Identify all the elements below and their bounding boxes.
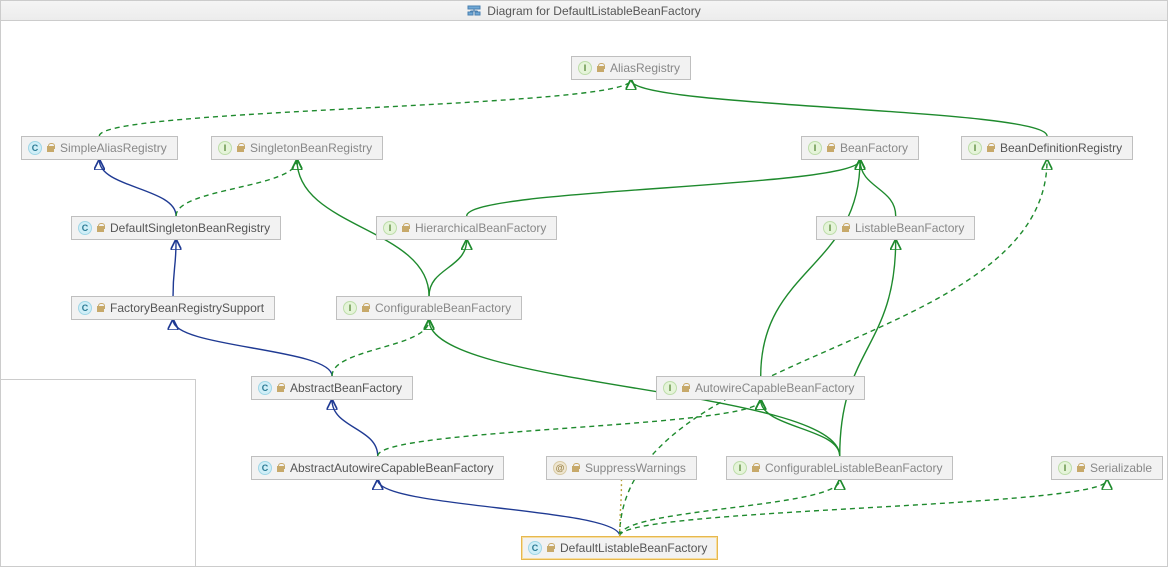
edge-factoryBeanRegistrySupport-to-defaultSingletonBeanRegistry <box>173 240 176 296</box>
lock-icon <box>596 63 606 73</box>
node-label: ConfigurableListableBeanFactory <box>765 461 942 475</box>
interface-icon: I <box>968 141 982 155</box>
node-label: Serializable <box>1090 461 1152 475</box>
edge-defaultListableBeanFactory-to-configurableListableBeanFactory <box>620 480 840 536</box>
lock-icon <box>96 303 106 313</box>
class-icon: C <box>78 301 92 315</box>
node-listableBeanFactory[interactable]: I ListableBeanFactory <box>816 216 975 240</box>
node-label: AbstractAutowireCapableBeanFactory <box>290 461 493 475</box>
lock-icon <box>236 143 246 153</box>
lock-icon <box>401 223 411 233</box>
node-singletonBeanRegistry[interactable]: I SingletonBeanRegistry <box>211 136 383 160</box>
node-autowireCapableBeanFactory[interactable]: I AutowireCapableBeanFactory <box>656 376 865 400</box>
node-configurableBeanFactory[interactable]: I ConfigurableBeanFactory <box>336 296 522 320</box>
node-label: BeanDefinitionRegistry <box>1000 141 1122 155</box>
class-icon: C <box>258 461 272 475</box>
class-icon: C <box>528 541 542 555</box>
node-label: SingletonBeanRegistry <box>250 141 372 155</box>
edge-abstractBeanFactory-to-configurableBeanFactory <box>332 320 429 376</box>
class-icon: C <box>78 221 92 235</box>
node-label: SimpleAliasRegistry <box>60 141 167 155</box>
lock-icon <box>276 463 286 473</box>
annotation-icon: @ <box>553 461 567 475</box>
interface-icon: I <box>218 141 232 155</box>
interface-icon: I <box>823 221 837 235</box>
lock-icon <box>96 223 106 233</box>
node-label: DefaultListableBeanFactory <box>560 541 707 555</box>
lock-icon <box>841 223 851 233</box>
node-abstractAutowireCapableBeanFactory[interactable]: C AbstractAutowireCapableBeanFactory <box>251 456 504 480</box>
node-label: ConfigurableBeanFactory <box>375 301 511 315</box>
node-simpleAliasRegistry[interactable]: C SimpleAliasRegistry <box>21 136 178 160</box>
edge-defaultListableBeanFactory-to-abstractAutowireCapableBeanFactory <box>378 480 620 536</box>
minimap-panel <box>1 379 196 566</box>
edge-beanDefinitionRegistry-to-aliasRegistry <box>631 80 1047 136</box>
node-label: FactoryBeanRegistrySupport <box>110 301 264 315</box>
edge-defaultSingletonBeanRegistry-to-singletonBeanRegistry <box>176 160 297 216</box>
node-aliasRegistry[interactable]: I AliasRegistry <box>571 56 691 80</box>
edge-abstractAutowireCapableBeanFactory-to-autowireCapableBeanFactory <box>378 400 761 456</box>
edge-defaultListableBeanFactory-to-serializable <box>620 480 1107 536</box>
node-label: AbstractBeanFactory <box>290 381 402 395</box>
edge-defaultSingletonBeanRegistry-to-simpleAliasRegistry <box>99 160 176 216</box>
class-icon: C <box>258 381 272 395</box>
lock-icon <box>361 303 371 313</box>
node-label: BeanFactory <box>840 141 908 155</box>
class-icon: C <box>28 141 42 155</box>
node-label: ListableBeanFactory <box>855 221 964 235</box>
lock-icon <box>546 543 556 553</box>
node-factoryBeanRegistrySupport[interactable]: C FactoryBeanRegistrySupport <box>71 296 275 320</box>
interface-icon: I <box>663 381 677 395</box>
lock-icon <box>826 143 836 153</box>
interface-icon: I <box>343 301 357 315</box>
node-label: DefaultSingletonBeanRegistry <box>110 221 270 235</box>
node-defaultSingletonBeanRegistry[interactable]: C DefaultSingletonBeanRegistry <box>71 216 281 240</box>
edge-simpleAliasRegistry-to-aliasRegistry <box>99 80 631 136</box>
lock-icon <box>571 463 581 473</box>
lock-icon <box>986 143 996 153</box>
node-serializable[interactable]: I Serializable <box>1051 456 1163 480</box>
lock-icon <box>46 143 56 153</box>
title-text: Diagram for DefaultListableBeanFactory <box>487 4 700 18</box>
lock-icon <box>1076 463 1086 473</box>
lock-icon <box>751 463 761 473</box>
interface-icon: I <box>383 221 397 235</box>
edge-listableBeanFactory-to-beanFactory <box>860 160 896 216</box>
node-label: AliasRegistry <box>610 61 680 75</box>
edge-configurableListableBeanFactory-to-autowireCapableBeanFactory <box>761 400 840 456</box>
interface-icon: I <box>1058 461 1072 475</box>
title-bar: Diagram for DefaultListableBeanFactory <box>1 1 1167 21</box>
lock-icon <box>681 383 691 393</box>
interface-icon: I <box>578 61 592 75</box>
edge-autowireCapableBeanFactory-to-beanFactory <box>761 160 860 376</box>
interface-icon: I <box>733 461 747 475</box>
node-abstractBeanFactory[interactable]: C AbstractBeanFactory <box>251 376 413 400</box>
node-label: AutowireCapableBeanFactory <box>695 381 854 395</box>
edge-configurableBeanFactory-to-hierarchicalBeanFactory <box>429 240 467 296</box>
edge-configurableListableBeanFactory-to-listableBeanFactory <box>840 240 896 456</box>
diagram-icon <box>467 4 481 18</box>
node-beanFactory[interactable]: I BeanFactory <box>801 136 919 160</box>
node-label: SuppressWarnings <box>585 461 686 475</box>
edge-abstractBeanFactory-to-factoryBeanRegistrySupport <box>173 320 332 376</box>
node-label: HierarchicalBeanFactory <box>415 221 546 235</box>
edge-abstractAutowireCapableBeanFactory-to-abstractBeanFactory <box>332 400 378 456</box>
lock-icon <box>276 383 286 393</box>
node-hierarchicalBeanFactory[interactable]: I HierarchicalBeanFactory <box>376 216 557 240</box>
node-configurableListableBeanFactory[interactable]: I ConfigurableListableBeanFactory <box>726 456 953 480</box>
diagram-canvas[interactable]: I AliasRegistry C SimpleAliasRegistry I Singl… <box>1 21 1167 566</box>
edge-defaultListableBeanFactory-to-suppressWarnings <box>620 480 622 536</box>
edge-hierarchicalBeanFactory-to-beanFactory <box>467 160 860 216</box>
interface-icon: I <box>808 141 822 155</box>
node-suppressWarnings[interactable]: @ SuppressWarnings <box>546 456 697 480</box>
node-beanDefinitionRegistry[interactable]: I BeanDefinitionRegistry <box>961 136 1133 160</box>
node-defaultListableBeanFactory[interactable]: C DefaultListableBeanFactory <box>521 536 718 560</box>
